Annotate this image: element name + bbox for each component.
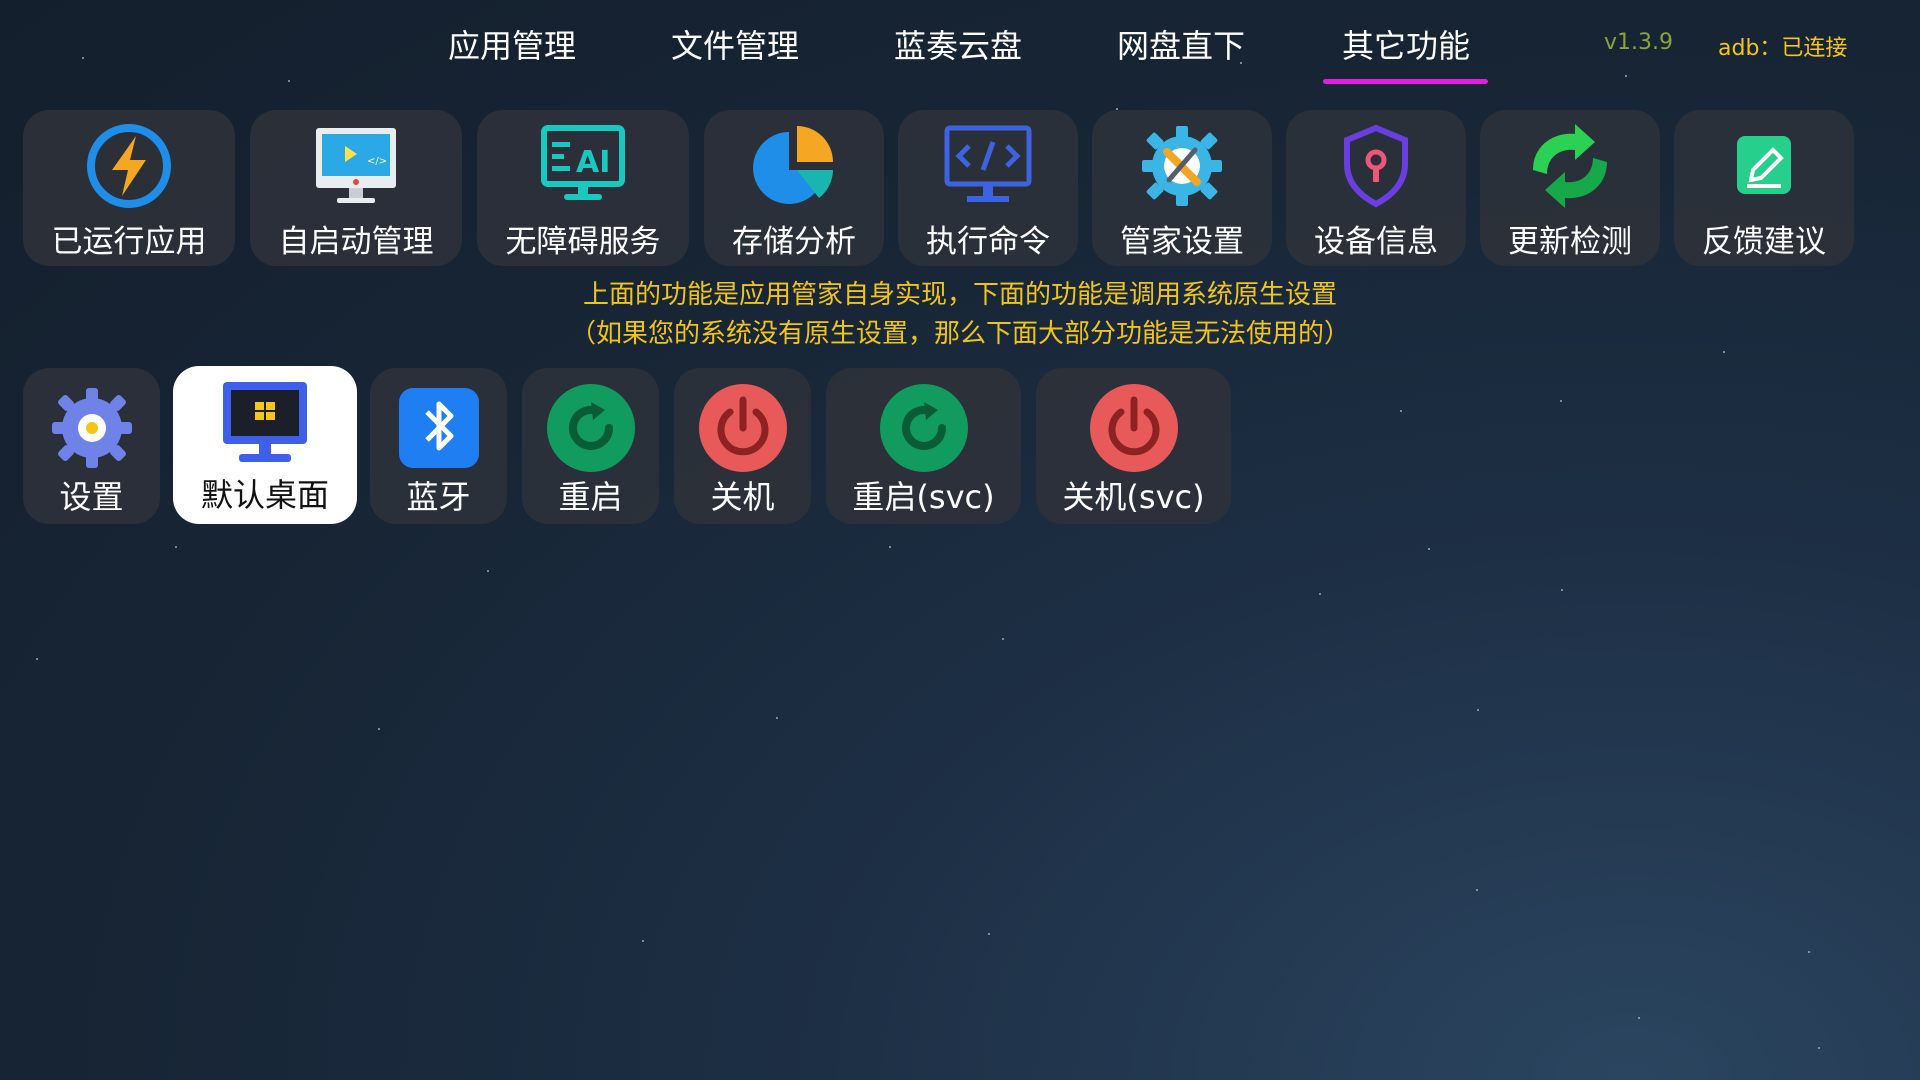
- settings-tile[interactable]: 设置: [23, 368, 160, 524]
- svg-text:</>: </>: [367, 156, 387, 167]
- pie-chart-icon: [753, 126, 833, 204]
- manager-settings-tile[interactable]: 管家设置: [1092, 110, 1272, 266]
- tab-app-manage[interactable]: 应用管理: [432, 20, 592, 72]
- feedback-tile[interactable]: 反馈建议: [1674, 110, 1854, 266]
- lightning-icon: [87, 124, 171, 208]
- tile-label: 关机: [710, 478, 775, 516]
- refresh-arrows-icon: [1533, 124, 1607, 208]
- tile-label: 已运行应用: [51, 224, 207, 260]
- tile-label: 反馈建议: [1702, 224, 1826, 260]
- adb-status: adb：已连接: [1718, 36, 1848, 61]
- update-check-tile[interactable]: 更新检测: [1480, 110, 1660, 266]
- power-icon: [1089, 384, 1178, 472]
- svg-text:AI: AI: [576, 145, 610, 180]
- notice-line-1: 上面的功能是应用管家自身实现，下面的功能是调用系统原生设置: [582, 280, 1337, 310]
- terminal-icon: [944, 125, 1032, 202]
- restart-tile[interactable]: 重启: [522, 368, 659, 524]
- device-info-tile[interactable]: 设备信息: [1286, 110, 1466, 266]
- shield-icon: [1344, 124, 1408, 208]
- notice-line-2: （如果您的系统没有原生设置，那么下面大部分功能是无法使用的）: [569, 319, 1350, 349]
- power-icon: [698, 384, 787, 472]
- bluetooth-tile[interactable]: 蓝牙: [370, 368, 507, 524]
- tile-label: 蓝牙: [406, 478, 471, 516]
- tab-other-functions[interactable]: 其它功能: [1324, 20, 1488, 72]
- restart-icon: [879, 384, 968, 472]
- top-tab-bar: 应用管理 文件管理 蓝奏云盘 网盘直下 其它功能 v1.3.9 adb：已连接: [0, 0, 1920, 90]
- tile-label: 执行命令: [926, 224, 1050, 260]
- gear-wrench-icon: [1142, 126, 1222, 206]
- tile-label: 自启动管理: [278, 224, 434, 260]
- tile-label: 无障碍服务: [505, 224, 661, 260]
- running-apps-tile[interactable]: 已运行应用: [23, 110, 235, 266]
- shutdown-svc-tile[interactable]: 关机(svc): [1036, 368, 1231, 524]
- bluetooth-icon: [398, 388, 479, 468]
- restart-icon: [546, 384, 635, 472]
- active-tab-indicator: [1323, 79, 1488, 84]
- settings-icon: [51, 388, 132, 468]
- desktop-icon: [223, 382, 307, 462]
- version-label: v1.3.9: [1604, 30, 1673, 55]
- tile-label: 设备信息: [1314, 224, 1438, 260]
- edit-icon: [1737, 136, 1791, 194]
- default-desktop-tile[interactable]: 默认桌面: [173, 366, 357, 524]
- autostart-manage-tile[interactable]: </> 自启动管理: [250, 110, 462, 266]
- tile-label: 更新检测: [1508, 224, 1632, 260]
- tile-label: 设置: [59, 478, 124, 516]
- monitor-code-icon: </>: [316, 128, 396, 203]
- execute-command-tile[interactable]: 执行命令: [898, 110, 1078, 266]
- tile-label: 管家设置: [1120, 224, 1244, 260]
- tile-label: 默认桌面: [200, 476, 329, 514]
- tile-label: 关机(svc): [1062, 478, 1205, 516]
- tile-label: 存储分析: [732, 224, 856, 260]
- shutdown-tile[interactable]: 关机: [674, 368, 811, 524]
- tile-label: 重启: [558, 478, 623, 516]
- tab-file-manage[interactable]: 文件管理: [655, 20, 815, 72]
- storage-analysis-tile[interactable]: 存储分析: [704, 110, 884, 266]
- accessibility-service-tile[interactable]: AI 无障碍服务: [477, 110, 689, 266]
- tab-lanzou-cloud[interactable]: 蓝奏云盘: [878, 20, 1038, 72]
- restart-svc-tile[interactable]: 重启(svc): [826, 368, 1021, 524]
- notice-text: 上面的功能是应用管家自身实现，下面的功能是调用系统原生设置 （如果您的系统没有原…: [0, 276, 1920, 354]
- tab-cloud-download[interactable]: 网盘直下: [1101, 20, 1261, 72]
- ai-screen-icon: AI: [541, 125, 625, 200]
- tile-label: 重启(svc): [852, 478, 995, 516]
